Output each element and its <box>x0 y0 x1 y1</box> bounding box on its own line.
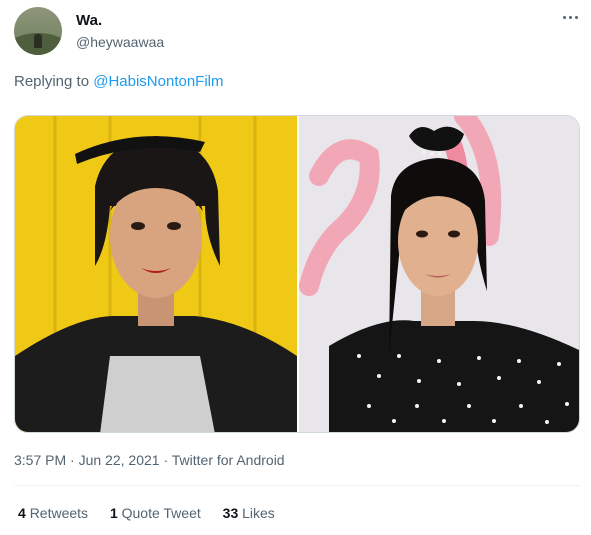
retweets-stat[interactable]: 4 Retweets <box>18 505 88 521</box>
quotes-label: Quote Tweet <box>121 505 201 521</box>
likes-label: Likes <box>242 505 275 521</box>
tweet-date: Jun 22, 2021 <box>78 452 160 468</box>
photo-right[interactable] <box>299 116 579 432</box>
likes-stat[interactable]: 33 Likes <box>223 505 275 521</box>
divider <box>14 485 580 486</box>
tweet-timestamp[interactable]: 3:57 PM · Jun 22, 2021 · Twitter for And… <box>14 452 285 468</box>
photo-right-image <box>299 116 579 432</box>
user-handle[interactable]: @heywaawaa <box>76 34 164 50</box>
likes-count: 33 <box>222 505 239 521</box>
engagement-stats: 4 Retweets 1 Quote Tweet 33 Likes <box>18 505 293 521</box>
replying-to-label: Replying to <box>14 73 90 90</box>
retweets-label: Retweets <box>29 505 89 521</box>
quote-tweets-stat[interactable]: 1 Quote Tweet <box>110 505 201 521</box>
more-options-icon[interactable] <box>561 10 581 24</box>
separator: · <box>70 452 75 468</box>
avatar[interactable] <box>14 7 62 55</box>
separator: · <box>163 452 169 468</box>
retweets-count: 4 <box>18 505 26 521</box>
quotes-count: 1 <box>109 505 118 521</box>
display-name[interactable]: Wa. <box>76 12 102 29</box>
photo-left-image <box>15 116 297 432</box>
tweet-time: 3:57 PM <box>14 452 67 468</box>
tweet-source[interactable]: Twitter for Android <box>172 452 285 468</box>
tweet: Wa. @heywaawaa Replying to @HabisNontonF… <box>0 0 591 535</box>
replying-to: Replying to @HabisNontonFilm <box>14 73 224 90</box>
replying-to-mention-link[interactable]: @HabisNontonFilm <box>93 73 223 90</box>
photo-left[interactable] <box>15 116 297 432</box>
media-grid <box>14 115 580 433</box>
